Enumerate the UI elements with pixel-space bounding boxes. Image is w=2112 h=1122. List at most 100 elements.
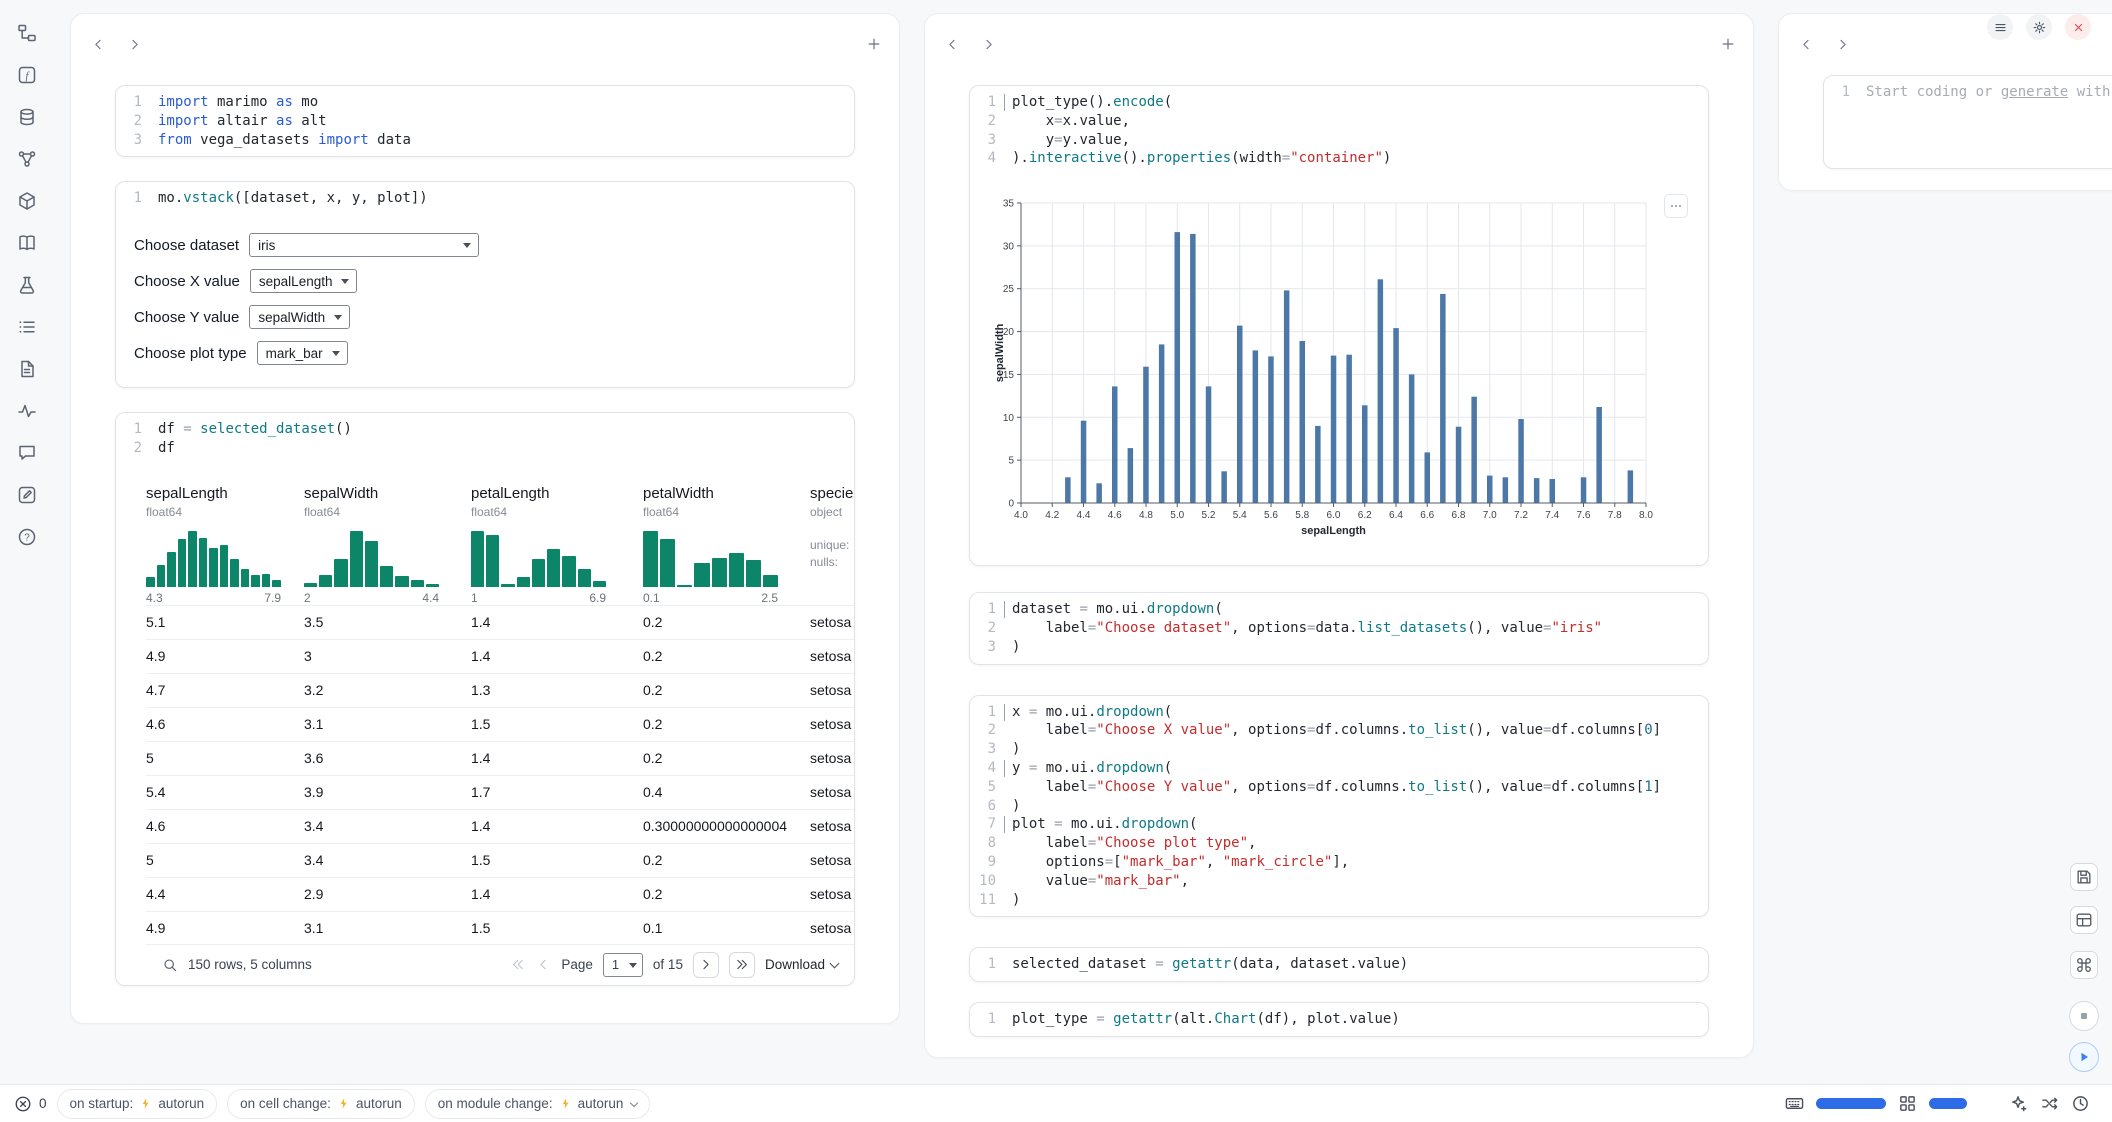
settings-button[interactable]: [2026, 14, 2052, 40]
grid-view-button[interactable]: [1898, 1094, 1917, 1113]
panel-help-button[interactable]: ?: [14, 524, 40, 550]
shuffle-button[interactable]: [2040, 1094, 2059, 1113]
table-column-header[interactable]: petalWidthfloat640.12.5: [643, 479, 810, 605]
column-1-prev-button[interactable]: [85, 31, 111, 57]
line-number: 3: [970, 740, 996, 759]
page-select[interactable]: 1: [603, 953, 643, 977]
fold-toggle[interactable]: [1004, 759, 1005, 778]
table-search-button[interactable]: [162, 957, 178, 973]
panel-file-explorer-button[interactable]: [14, 20, 40, 46]
notebook-menu-button[interactable]: [1987, 14, 2013, 40]
table-row[interactable]: 4.63.11.50.2setosa: [146, 707, 854, 741]
panel-outline-button[interactable]: [14, 314, 40, 340]
column-1-add-cell-button[interactable]: [861, 31, 887, 57]
save-notebook-button[interactable]: [2070, 863, 2098, 891]
column-2-prev-button[interactable]: [939, 31, 965, 57]
column-3-prev-button[interactable]: [1793, 31, 1819, 57]
table-row[interactable]: 4.931.40.2setosa: [146, 639, 854, 673]
interrupt-kernel-button[interactable]: [2069, 1001, 2099, 1031]
fold-toggle[interactable]: [1004, 600, 1005, 619]
dataset-code-editor[interactable]: 1dataset = mo.ui.dropdown(2 label="Choos…: [970, 593, 1708, 663]
svg-text:sepalLength: sepalLength: [1301, 525, 1366, 537]
y-select[interactable]: sepalWidth: [249, 305, 350, 329]
on-module-change-setting[interactable]: on module change:autorun: [425, 1089, 651, 1119]
bar-chart-svg[interactable]: 4.04.24.44.64.85.05.25.45.65.86.06.26.46…: [994, 189, 1654, 540]
on-startup-setting[interactable]: on startup:autorun: [57, 1089, 218, 1119]
column-1-next-button[interactable]: [121, 31, 147, 57]
panel-tracing-button[interactable]: [14, 398, 40, 424]
selected-dataset-code-editor[interactable]: 1selected_dataset = getattr(data, datase…: [970, 948, 1708, 981]
plot-code-editor[interactable]: 1plot_type().encode(2 x=x.value,3 y=y.va…: [970, 86, 1708, 175]
prev-page-button[interactable]: [536, 957, 551, 972]
table-row[interactable]: 4.42.91.40.2setosa: [146, 877, 854, 911]
token-t: data.: [1315, 620, 1357, 636]
empty-code-editor[interactable]: 1 Start coding or generate with AI: [1824, 76, 2112, 109]
panel-logs-button[interactable]: [14, 356, 40, 382]
panel-layout-button[interactable]: [2070, 906, 2098, 934]
panel-data-sources-button[interactable]: [14, 104, 40, 130]
table-column-header[interactable]: speciesobjectunique:nulls:: [810, 479, 854, 605]
errors-indicator[interactable]: 0: [14, 1095, 47, 1113]
table-row[interactable]: 5.13.51.40.2setosa: [146, 605, 854, 639]
column-2-add-cell-button[interactable]: [1715, 31, 1741, 57]
run-all-button[interactable]: [2069, 1042, 2099, 1072]
table-cell: 0.2: [643, 648, 810, 664]
panel-chat-button[interactable]: [14, 440, 40, 466]
panel-packages-button[interactable]: [14, 188, 40, 214]
next-page-button[interactable]: [693, 952, 719, 978]
dataset-select[interactable]: iris: [249, 233, 479, 257]
recent-history-button[interactable]: [2071, 1094, 2090, 1113]
table-cell: 1.5: [471, 920, 643, 936]
on-cell-change-setting[interactable]: on cell change:autorun: [227, 1089, 415, 1119]
token-t: (), value: [1467, 722, 1543, 738]
panel-marimo-file-button[interactable]: f: [14, 62, 40, 88]
table-column-header[interactable]: sepalLengthfloat644.37.9: [146, 479, 304, 605]
table-cell: 1.5: [471, 852, 643, 868]
fold-gutter: [996, 778, 1012, 797]
table-row[interactable]: 4.73.21.30.2setosa: [146, 673, 854, 707]
placeholder-text: Start coding or: [1866, 84, 2001, 100]
download-button[interactable]: Download: [765, 957, 838, 972]
table-row[interactable]: 4.63.41.40.30000000000000004setosa: [146, 809, 854, 843]
panel-snippets-button[interactable]: [14, 272, 40, 298]
fold-toggle[interactable]: [1004, 93, 1005, 112]
table-column-header[interactable]: sepalWidthfloat6424.4: [304, 479, 471, 605]
table-row[interactable]: 5.43.91.70.4setosa: [146, 775, 854, 809]
token-fn: interactive: [1029, 150, 1122, 166]
svg-text:5: 5: [1008, 456, 1014, 467]
last-page-button[interactable]: [729, 952, 755, 978]
controls-code-editor[interactable]: 1x = mo.ui.dropdown(2 label="Choose X va…: [970, 696, 1708, 917]
helper-panel-rail: f?: [0, 0, 54, 1070]
magic-wand-button[interactable]: [2009, 1094, 2028, 1113]
table-row[interactable]: 53.41.50.2setosa: [146, 843, 854, 877]
chart-actions-button[interactable]: [1664, 194, 1688, 218]
panel-scratchpad-button[interactable]: [14, 482, 40, 508]
token-num: 1: [1644, 779, 1652, 795]
shutdown-button[interactable]: [2065, 14, 2091, 40]
column-range: 24.4: [304, 591, 439, 605]
imports-code-editor[interactable]: 1import marimo as mo2import altair as al…: [116, 86, 854, 156]
token-t: [1164, 956, 1172, 972]
plot-type-code-editor[interactable]: 1plot_type = getattr(alt.Chart(df), plot…: [970, 1003, 1708, 1036]
panel-variables-button[interactable]: [14, 146, 40, 172]
column-3-next-button[interactable]: [1829, 31, 1855, 57]
generate-with-ai-link[interactable]: generate: [2001, 84, 2068, 100]
shuffle-icon: [2040, 1094, 2059, 1113]
fold-toggle[interactable]: [1004, 815, 1005, 834]
chat-icon: [17, 443, 37, 463]
panel-documentation-button[interactable]: [14, 230, 40, 256]
keyboard-shortcuts-button[interactable]: [1785, 1094, 1804, 1113]
fold-toggle[interactable]: [1004, 703, 1005, 722]
first-page-button[interactable]: [511, 957, 526, 972]
token-kw: as: [276, 94, 293, 110]
dataframe-code-editor[interactable]: 1df = selected_dataset()2df: [116, 413, 854, 465]
column-2-next-button[interactable]: [975, 31, 1001, 57]
table-column-header[interactable]: petalLengthfloat6416.9: [471, 479, 643, 605]
keyboard-command-button[interactable]: [2070, 951, 2098, 979]
vstack-code-editor[interactable]: 1mo.vstack([dataset, x, y, plot]): [116, 182, 854, 215]
table-row[interactable]: 53.61.40.2setosa: [146, 741, 854, 775]
plot-type-select[interactable]: mark_bar: [257, 341, 348, 365]
token-t: x: [1012, 113, 1054, 129]
table-row[interactable]: 4.93.11.50.1setosa: [146, 911, 854, 945]
x-select[interactable]: sepalLength: [250, 269, 358, 293]
